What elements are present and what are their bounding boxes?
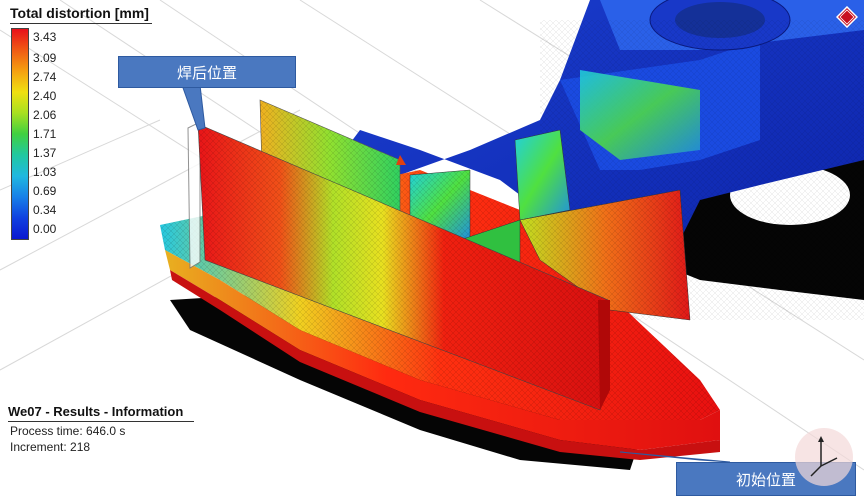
tick-label: 2.06 — [33, 108, 57, 122]
tick-label: 1.71 — [33, 127, 57, 141]
after-weld-arrow — [181, 84, 206, 131]
initial-plate-outline — [187, 121, 201, 269]
tick-label: 0.34 — [33, 203, 57, 217]
tick-label: 1.37 — [33, 146, 57, 160]
tick-label: 0.69 — [33, 184, 57, 198]
tick-label: 2.40 — [33, 89, 57, 103]
after-weld-callout: 焊后位置 — [118, 56, 296, 88]
info-title: We07 - Results - Information — [8, 404, 194, 422]
axis-triad-icon[interactable] — [793, 426, 855, 488]
tick-label: 3.43 — [33, 30, 57, 44]
sw-logo-icon — [836, 6, 858, 28]
tick-label: 0.00 — [33, 222, 57, 236]
process-time: Process time: 646.0 s — [10, 424, 126, 438]
tick-label: 3.09 — [33, 51, 57, 65]
increment: Increment: 218 — [10, 440, 91, 454]
legend-title: Total distortion [mm] — [10, 5, 152, 24]
colorbar — [11, 28, 29, 240]
tick-label: 2.74 — [33, 70, 57, 84]
tick-label: 1.03 — [33, 165, 57, 179]
